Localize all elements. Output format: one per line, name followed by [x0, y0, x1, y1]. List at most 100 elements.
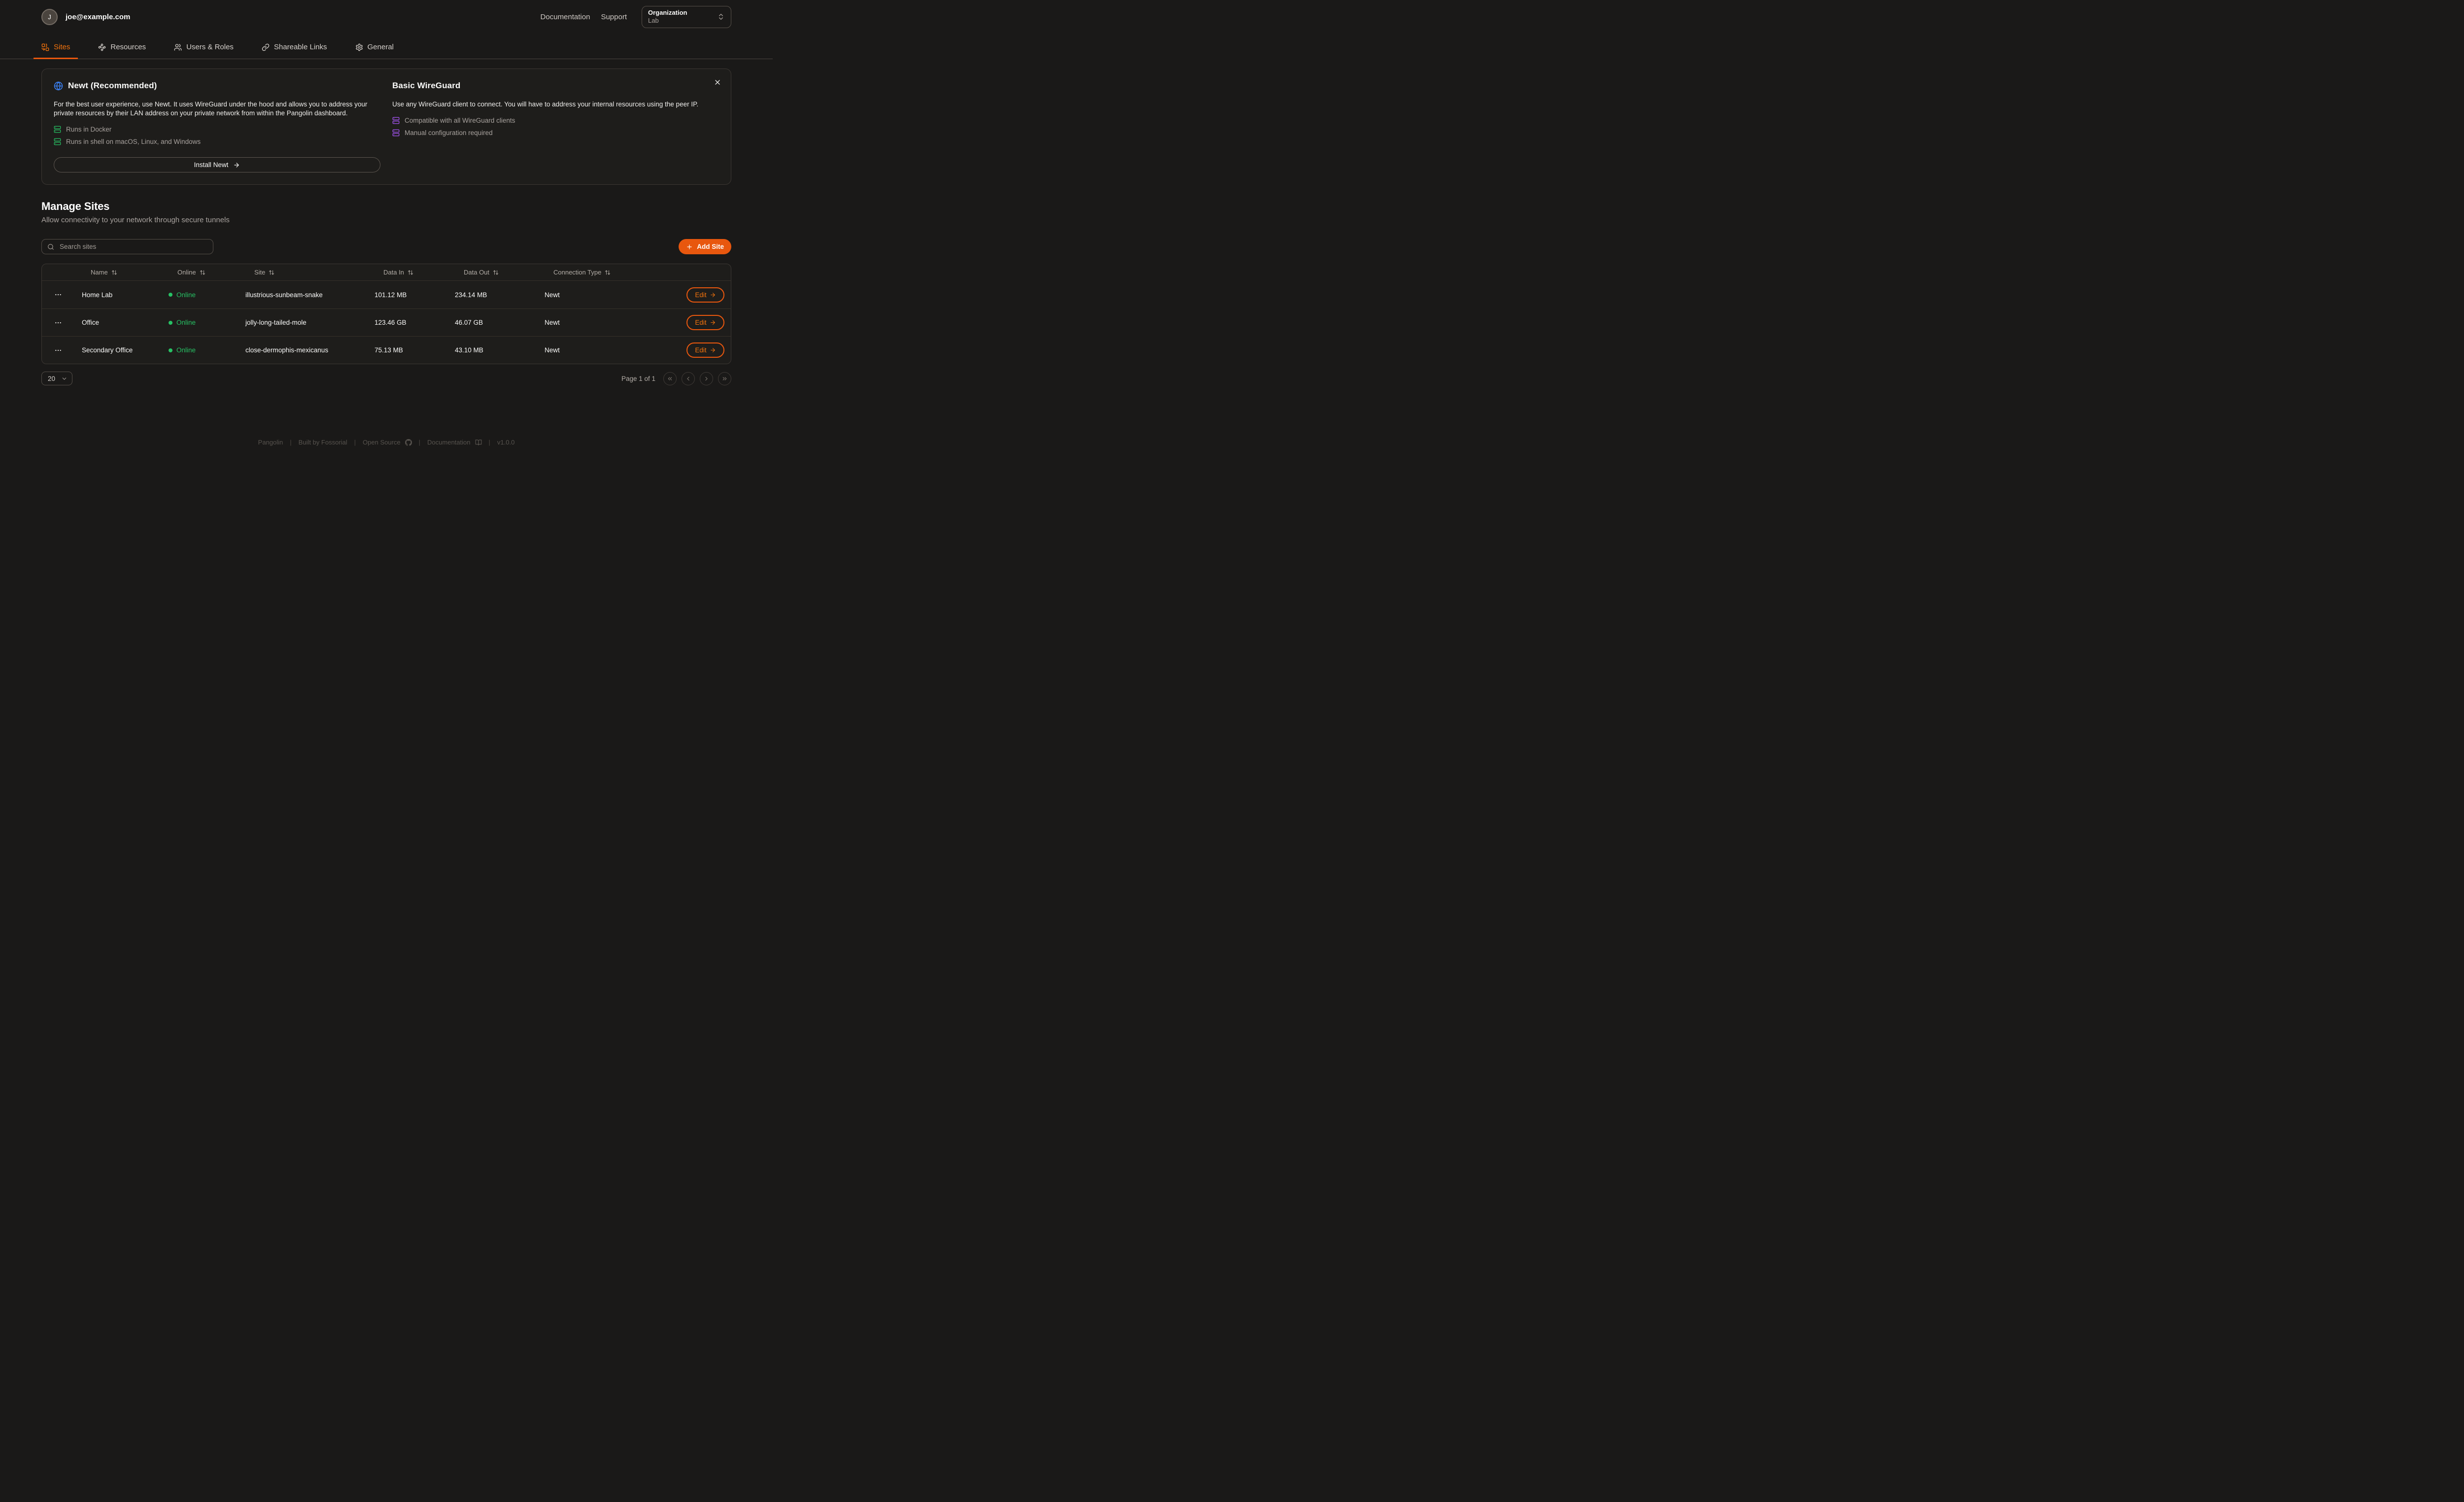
avatar[interactable]: J — [41, 9, 58, 25]
table-row: Home Lab Online illustrious-sunbeam-snak… — [42, 281, 731, 308]
cell-online-status: Online — [161, 346, 238, 354]
edit-site-button[interactable]: Edit — [686, 342, 724, 358]
support-link[interactable]: Support — [601, 13, 627, 21]
column-header-site[interactable]: Site — [238, 269, 367, 276]
search-box — [41, 239, 213, 254]
globe-icon — [54, 81, 63, 91]
online-dot-icon — [169, 293, 172, 297]
tab-general[interactable]: General — [347, 43, 402, 59]
edit-site-button[interactable]: Edit — [686, 315, 724, 330]
search-input[interactable] — [59, 242, 207, 251]
column-header-connection-type[interactable]: Connection Type — [537, 269, 651, 276]
previous-page-button[interactable] — [682, 372, 695, 385]
page-indicator: Page 1 of 1 — [621, 375, 655, 382]
chevrons-right-icon — [721, 376, 728, 382]
sort-icon — [605, 270, 611, 275]
documentation-link[interactable]: Documentation — [541, 13, 590, 21]
footer-documentation-link[interactable]: Documentation — [427, 439, 481, 446]
sort-icon — [269, 270, 274, 275]
cell-data-out: 43.10 MB — [447, 346, 537, 354]
table-row: Office Online jolly-long-tailed-mole 123… — [42, 308, 731, 336]
install-newt-label: Install Newt — [194, 161, 229, 169]
row-menu-button[interactable] — [42, 319, 74, 327]
tab-shareable-links-label: Shareable Links — [274, 43, 327, 51]
column-header-data-out[interactable]: Data Out — [447, 269, 537, 276]
cell-connection-type: Newt — [537, 346, 651, 354]
cell-data-out: 46.07 GB — [447, 319, 537, 326]
edit-site-button[interactable]: Edit — [686, 287, 724, 303]
wireguard-description: Use any WireGuard client to connect. You… — [392, 100, 713, 109]
org-selector[interactable]: Organization Lab — [642, 6, 731, 28]
last-page-button[interactable] — [718, 372, 731, 385]
footer-open-source-link[interactable]: Open Source — [363, 439, 412, 446]
tab-shareable-links[interactable]: Shareable Links — [254, 43, 335, 59]
tab-resources[interactable]: Resources — [90, 43, 154, 59]
column-header-online[interactable]: Online — [161, 269, 238, 276]
sort-icon — [111, 270, 117, 275]
sites-table: Name Online Site Data In Data Out — [41, 264, 731, 364]
row-menu-button[interactable] — [42, 346, 74, 354]
user-email: joe@example.com — [66, 13, 130, 21]
cell-data-out: 234.14 MB — [447, 291, 537, 299]
org-selector-value: Lab — [648, 17, 687, 25]
wireguard-section: Basic WireGuard Use any WireGuard client… — [392, 81, 719, 172]
tab-sites-label: Sites — [54, 43, 70, 51]
cell-connection-type: Newt — [537, 291, 651, 299]
book-open-icon — [475, 439, 482, 446]
page-title: Manage Sites — [41, 200, 731, 213]
gear-icon — [355, 43, 363, 51]
ellipsis-icon — [54, 346, 62, 354]
server-icon — [392, 129, 400, 137]
arrow-right-icon — [233, 162, 240, 169]
chevrons-up-down-icon — [717, 13, 725, 21]
online-dot-icon — [169, 321, 172, 325]
install-newt-button[interactable]: Install Newt — [54, 157, 380, 172]
cell-online-status: Online — [161, 291, 238, 299]
cell-name: Secondary Office — [74, 346, 161, 354]
wireguard-feature: Manual configuration required — [392, 129, 719, 137]
cell-connection-type: Newt — [537, 319, 651, 326]
cell-online-status: Online — [161, 319, 238, 326]
newt-description: For the best user experience, use Newt. … — [54, 100, 374, 118]
arrow-right-icon — [710, 319, 716, 326]
add-site-label: Add Site — [697, 243, 724, 250]
server-icon — [54, 138, 61, 145]
page-footer: Pangolin | Built by Fossorial | Open Sou… — [41, 439, 731, 457]
newt-feature-label: Runs in Docker — [66, 126, 111, 133]
column-header-name[interactable]: Name — [74, 269, 161, 276]
column-header-data-in[interactable]: Data In — [367, 269, 447, 276]
close-icon — [714, 78, 721, 86]
cell-site: illustrious-sunbeam-snake — [238, 291, 367, 299]
connection-methods-card: Newt (Recommended) For the best user exp… — [41, 68, 731, 185]
first-page-button[interactable] — [663, 372, 677, 385]
sort-icon — [493, 270, 499, 275]
cell-data-in: 123.46 GB — [367, 319, 447, 326]
avatar-initial: J — [48, 13, 51, 21]
table-controls: Add Site — [41, 239, 731, 254]
footer-version: v1.0.0 — [497, 439, 514, 446]
online-dot-icon — [169, 348, 172, 352]
next-page-button[interactable] — [700, 372, 713, 385]
close-card-button[interactable] — [711, 76, 724, 89]
cell-data-in: 101.12 MB — [367, 291, 447, 299]
tab-resources-label: Resources — [110, 43, 146, 51]
newt-section: Newt (Recommended) For the best user exp… — [54, 81, 380, 172]
sort-icon — [408, 270, 413, 275]
add-site-button[interactable]: Add Site — [679, 239, 731, 254]
page-size-select[interactable]: 20 — [41, 372, 72, 385]
search-icon — [47, 243, 54, 250]
github-icon — [405, 439, 412, 446]
wireguard-feature: Compatible with all WireGuard clients — [392, 117, 719, 124]
tab-general-label: General — [368, 43, 394, 51]
chevrons-left-icon — [667, 376, 673, 382]
page-subtitle: Allow connectivity to your network throu… — [41, 216, 731, 224]
page-size-value: 20 — [48, 375, 55, 382]
newt-title: Newt (Recommended) — [68, 81, 157, 91]
tab-sites[interactable]: Sites — [34, 43, 78, 59]
chevron-right-icon — [703, 376, 710, 382]
sort-icon — [200, 270, 205, 275]
row-menu-button[interactable] — [42, 291, 74, 299]
cell-name: Home Lab — [74, 291, 161, 299]
tab-users-roles[interactable]: Users & Roles — [166, 43, 241, 59]
server-icon — [54, 126, 61, 133]
